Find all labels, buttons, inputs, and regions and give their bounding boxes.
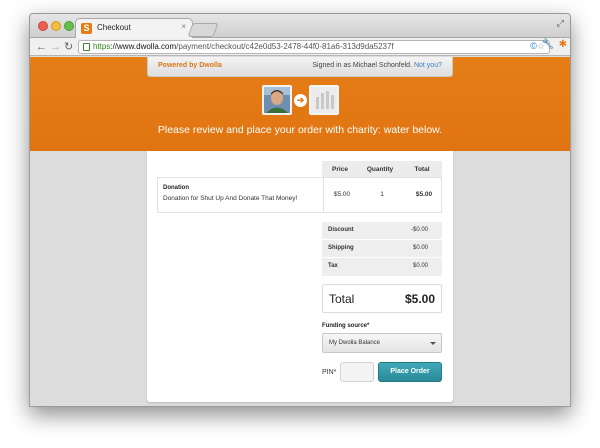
fullscreen-icon[interactable]: ⤢ — [557, 18, 564, 29]
page-headline: Please review and place your order with … — [157, 124, 443, 136]
page-content: Powered by Dwolla Signed in as Michael S… — [30, 57, 570, 406]
back-arrow-icon[interactable]: ← — [36, 40, 47, 54]
item-total: $5.00 — [415, 191, 433, 198]
column-header-quantity: Quantity — [366, 166, 394, 173]
user-avatar — [262, 85, 292, 115]
funding-source-value: My Dwolla Balance — [329, 340, 381, 346]
discount-label: Discount — [328, 227, 354, 233]
discount-value: -$0.00 — [410, 227, 428, 233]
close-window-button[interactable] — [38, 21, 48, 31]
tab-close-icon[interactable]: × — [181, 22, 186, 31]
address-bar[interactable]: https://www.dwolla.com/payment/checkout/… — [78, 40, 550, 54]
tab-strip: S Checkout × ⤢ — [30, 14, 570, 38]
tax-value: $0.00 — [412, 263, 428, 269]
avatar-photo-icon — [264, 87, 290, 113]
forward-arrow-icon[interactable]: → — [50, 40, 61, 54]
arrow-right-icon: ➔ — [294, 94, 307, 107]
extension-icon[interactable]: ✱ — [559, 39, 567, 50]
total-box: Total $5.00 — [322, 284, 442, 313]
url-text[interactable]: https://www.dwolla.com/payment/checkout/… — [93, 42, 394, 51]
chevron-down-icon — [430, 342, 436, 345]
column-header-total: Total — [414, 166, 430, 173]
table-header: Price Quantity Total — [322, 161, 442, 177]
total-label: Total — [329, 292, 355, 306]
lock-icon — [83, 43, 90, 51]
total-value: $5.00 — [404, 292, 435, 306]
tab-title: Checkout — [97, 23, 131, 32]
charity-water-logo — [309, 85, 339, 115]
pin-input[interactable] — [340, 362, 374, 382]
dwolla-favicon-icon: S — [81, 23, 92, 34]
shipping-row: Shipping $0.00 — [322, 240, 442, 258]
browser-window: S Checkout × ⤢ ← → ↻ https://www.dwolla.… — [29, 13, 571, 407]
tax-label: Tax — [328, 263, 338, 269]
zoom-window-button[interactable] — [64, 21, 74, 31]
item-name: Donation — [163, 185, 189, 191]
table-row: Donation Donation for Shut Up And Donate… — [157, 177, 442, 213]
place-order-button[interactable]: Place Order — [378, 362, 442, 382]
funding-source-select[interactable]: My Dwolla Balance — [322, 333, 442, 353]
powered-by-label: Powered by Dwolla — [158, 62, 222, 69]
top-bar: Powered by Dwolla Signed in as Michael S… — [147, 57, 453, 77]
minimize-window-button[interactable] — [51, 21, 61, 31]
pin-label: PIN* — [322, 369, 337, 376]
reload-icon[interactable]: ↻ — [64, 40, 73, 54]
wrench-icon[interactable]: 🔧 — [542, 39, 554, 50]
adjustments-box: Discount -$0.00 Shipping $0.00 Tax $0.00 — [322, 222, 442, 276]
column-header-price: Price — [332, 166, 348, 173]
checkout-card: Price Quantity Total Donation Donation f… — [147, 151, 453, 402]
browser-toolbar: ← → ↻ https://www.dwolla.com/payment/che… — [30, 38, 570, 56]
extension-c-icon[interactable]: © — [530, 41, 537, 51]
not-you-link[interactable]: Not you? — [414, 62, 442, 69]
tab-checkout[interactable]: S Checkout × — [75, 18, 193, 38]
tax-row: Tax $0.00 — [322, 258, 442, 276]
orange-banner: Powered by Dwolla Signed in as Michael S… — [30, 57, 570, 151]
item-description: Donation for Shut Up And Donate That Mon… — [163, 195, 298, 202]
item-price: $5.00 — [333, 191, 351, 198]
signed-in-text: Signed in as Michael Schonfeld. Not you? — [312, 62, 442, 69]
item-quantity: 1 — [380, 191, 384, 198]
shipping-label: Shipping — [328, 245, 354, 251]
shipping-value: $0.00 — [412, 245, 428, 251]
new-tab-button[interactable] — [187, 23, 219, 37]
discount-row: Discount -$0.00 — [322, 222, 442, 240]
funding-source-label: Funding source* — [322, 323, 370, 329]
